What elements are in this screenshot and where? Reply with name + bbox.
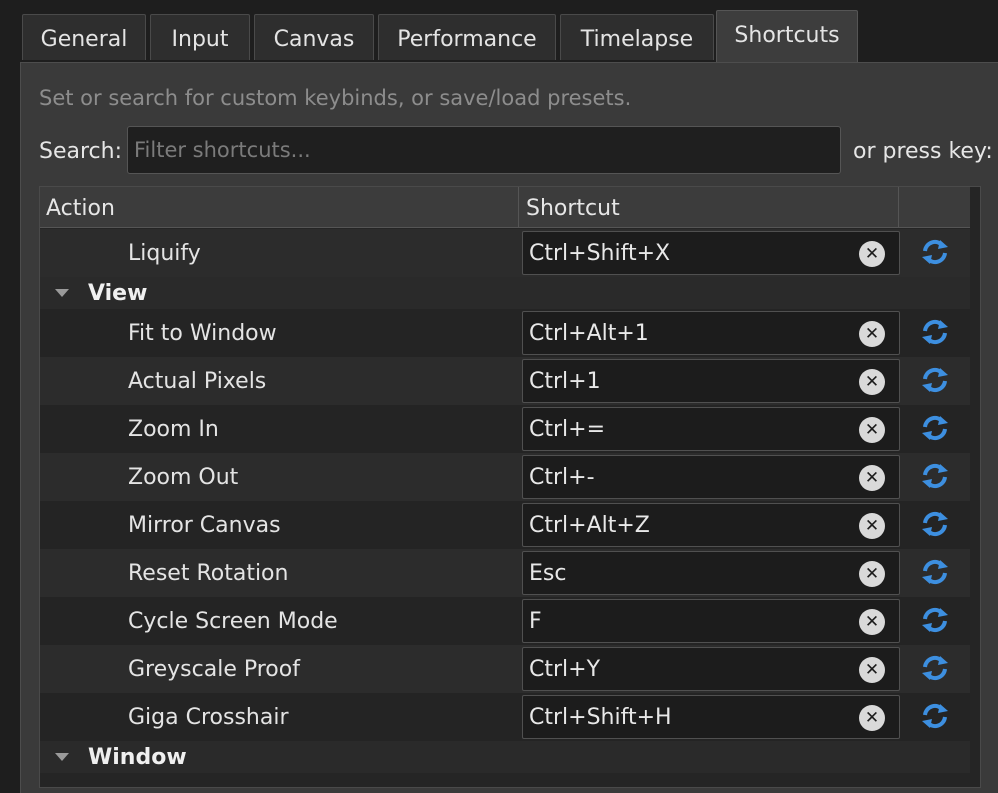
clear-icon[interactable]: ✕ (859, 705, 885, 731)
column-divider (898, 187, 899, 227)
shortcut-value: Ctrl+Alt+Z (529, 513, 650, 538)
shortcut-row: Greyscale Proof Ctrl+Y ✕ (40, 645, 970, 693)
tab-shortcuts[interactable]: Shortcuts (716, 10, 858, 62)
column-divider (518, 187, 519, 227)
shortcut-value: F (529, 609, 542, 634)
shortcut-row: Giga Crosshair Ctrl+Shift+H ✕ (40, 693, 970, 741)
tab-general[interactable]: General (22, 14, 146, 60)
shortcut-field[interactable]: Ctrl+Alt+Z ✕ (522, 503, 900, 547)
tab-canvas[interactable]: Canvas (254, 14, 374, 60)
reset-icon[interactable] (920, 365, 950, 395)
shortcut-row: Cycle Screen Mode F ✕ (40, 597, 970, 645)
expand-triangle-icon[interactable] (55, 753, 69, 761)
reset-icon[interactable] (920, 237, 950, 267)
shortcut-row: Zoom In Ctrl+= ✕ (40, 405, 970, 453)
column-header-shortcut[interactable]: Shortcut (526, 187, 620, 227)
reset-icon[interactable] (920, 653, 950, 683)
reset-icon[interactable] (920, 605, 950, 635)
shortcut-row: Fit to Window Ctrl+Alt+1 ✕ (40, 309, 970, 357)
shortcut-value: Esc (529, 561, 567, 586)
action-label: Zoom Out (128, 465, 239, 490)
shortcut-value: Ctrl+- (529, 465, 595, 490)
hint-text: Set or search for custom keybinds, or sa… (39, 86, 632, 110)
tab-input[interactable]: Input (150, 14, 250, 60)
clear-icon[interactable]: ✕ (859, 609, 885, 635)
clear-icon[interactable]: ✕ (859, 657, 885, 683)
shortcut-value: Ctrl+Shift+X (529, 241, 671, 266)
action-label: Greyscale Proof (128, 657, 300, 682)
reset-icon[interactable] (920, 509, 950, 539)
tab-timelapse[interactable]: Timelapse (560, 14, 714, 60)
press-key-label: or press key: (853, 139, 993, 164)
shortcut-value: Ctrl+Y (529, 657, 601, 682)
shortcut-value: Ctrl+Shift+H (529, 705, 672, 730)
shortcut-row: Zoom Out Ctrl+- ✕ (40, 453, 970, 501)
clear-icon[interactable]: ✕ (859, 321, 885, 347)
action-label: Giga Crosshair (128, 705, 289, 730)
clear-icon[interactable]: ✕ (859, 465, 885, 491)
expand-triangle-icon[interactable] (55, 289, 69, 297)
clear-icon[interactable]: ✕ (859, 561, 885, 587)
category-label: Window (88, 745, 187, 770)
action-label: Fit to Window (128, 321, 277, 346)
shortcut-row: Actual Pixels Ctrl+1 ✕ (40, 357, 970, 405)
shortcut-field[interactable]: Ctrl+Y ✕ (522, 647, 900, 691)
column-header-action[interactable]: Action (46, 187, 115, 227)
shortcut-value: Ctrl+= (529, 417, 606, 442)
tab-performance[interactable]: Performance (378, 14, 556, 60)
reset-icon[interactable] (920, 413, 950, 443)
shortcut-row: Liquify Ctrl+Shift+X ✕ (40, 229, 970, 277)
search-label: Search: (39, 139, 122, 164)
shortcut-field[interactable]: Ctrl+1 ✕ (522, 359, 900, 403)
table-header: Action Shortcut (40, 187, 970, 228)
action-label: Liquify (128, 241, 201, 266)
reset-icon[interactable] (920, 317, 950, 347)
shortcut-field[interactable]: Esc ✕ (522, 551, 900, 595)
reset-icon[interactable] (920, 557, 950, 587)
shortcut-field[interactable]: Ctrl+- ✕ (522, 455, 900, 499)
shortcut-field[interactable]: Ctrl+Shift+X ✕ (522, 231, 900, 275)
clear-icon[interactable]: ✕ (859, 241, 885, 267)
category-label: View (88, 281, 148, 306)
shortcut-row: Mirror Canvas Ctrl+Alt+Z ✕ (40, 501, 970, 549)
shortcut-field[interactable]: F ✕ (522, 599, 900, 643)
category-row-view[interactable]: View (40, 277, 970, 309)
shortcut-field[interactable]: Ctrl+= ✕ (522, 407, 900, 451)
clear-icon[interactable]: ✕ (859, 417, 885, 443)
action-label: Actual Pixels (128, 369, 267, 394)
shortcut-value: Ctrl+Alt+1 (529, 321, 649, 346)
clear-icon[interactable]: ✕ (859, 513, 885, 539)
action-label: Reset Rotation (128, 561, 289, 586)
clear-icon[interactable]: ✕ (859, 369, 885, 395)
reset-icon[interactable] (920, 461, 950, 491)
shortcut-row: Reset Rotation Esc ✕ (40, 549, 970, 597)
action-label: Cycle Screen Mode (128, 609, 338, 634)
action-label: Zoom In (128, 417, 219, 442)
reset-icon[interactable] (920, 701, 950, 731)
shortcut-value: Ctrl+1 (529, 369, 601, 394)
search-input[interactable] (127, 126, 841, 174)
category-row-window[interactable]: Window (40, 741, 970, 773)
shortcut-field[interactable]: Ctrl+Shift+H ✕ (522, 695, 900, 739)
shortcuts-table: Action Shortcut Liquify Ctrl+Shift+X ✕ V… (39, 186, 981, 788)
shortcut-field[interactable]: Ctrl+Alt+1 ✕ (522, 311, 900, 355)
action-label: Mirror Canvas (128, 513, 281, 538)
